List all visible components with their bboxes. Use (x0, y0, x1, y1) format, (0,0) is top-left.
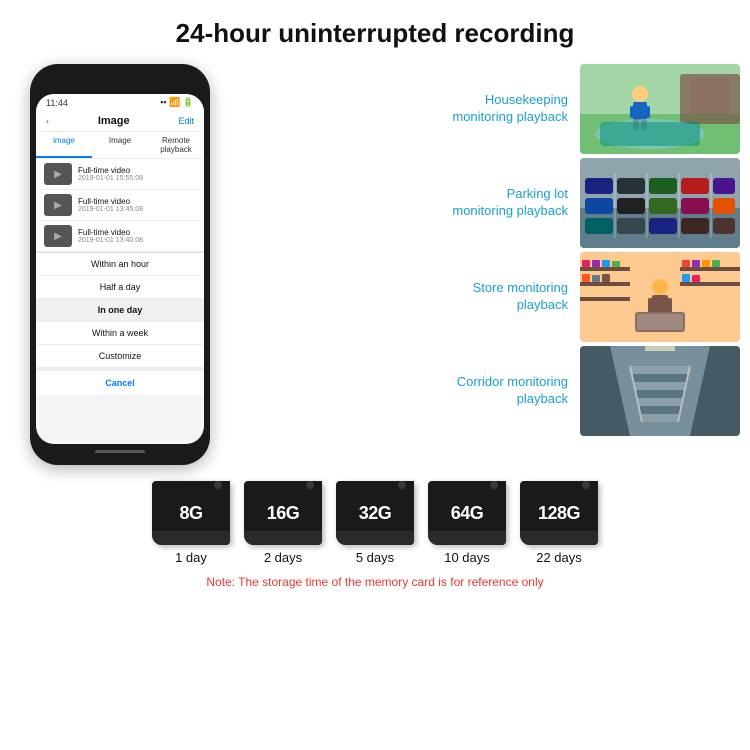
thumb-1: ▶ (44, 163, 72, 185)
monitoring-section: Housekeepingmonitoring playback (230, 59, 740, 465)
item-date-1: 2019-01-01 15:55:08 (78, 175, 196, 182)
screen-nav: ‹ Image Edit (36, 111, 204, 132)
sd-card-64g: 64G (428, 481, 506, 545)
monitor-row-parking: Parking lotmonitoring playback (235, 158, 740, 248)
sd-card-label-16g: 16G (267, 503, 300, 524)
phone-home-indicator (95, 450, 145, 453)
screen-dropdown: Within an hour Half a day In one day Wit… (36, 252, 204, 395)
storage-card-32g: 32G 5 days (336, 481, 414, 565)
tab-remote-playback[interactable]: Remote playback (148, 132, 204, 158)
phone-section: 11:44 ▪▪ 📶 🔋 ‹ Image Edit image Image Re… (10, 59, 230, 465)
screen-title: Image (98, 115, 130, 127)
sd-card-notch-128g (582, 481, 590, 489)
dropdown-item-5[interactable]: Customize (36, 345, 204, 368)
phone-notch (85, 74, 155, 90)
sd-card-8g: 8G (152, 481, 230, 545)
phone-mockup: 11:44 ▪▪ 📶 🔋 ‹ Image Edit image Image Re… (30, 64, 210, 465)
sd-card-notch-16g (306, 481, 314, 489)
thumb-2: ▶ (44, 194, 72, 216)
sd-card-label-128g: 128G (538, 503, 580, 524)
item-date-2: 2019-01-01 13:45:08 (78, 206, 196, 213)
monitor-image-store (580, 252, 740, 342)
phone-status-icons: ▪▪ 📶 🔋 (160, 97, 194, 108)
play-icon-2: ▶ (54, 200, 62, 211)
dropdown-item-1[interactable]: Within an hour (36, 253, 204, 276)
storage-cards-row: 8G 1 day 16G 2 days 32G 5 days (152, 481, 598, 565)
tab-image[interactable]: image (36, 132, 92, 158)
storage-card-16g: 16G 2 days (244, 481, 322, 565)
phone-screen: 11:44 ▪▪ 📶 🔋 ‹ Image Edit image Image Re… (36, 94, 204, 444)
dropdown-item-3[interactable]: In one day (36, 299, 204, 322)
back-button[interactable]: ‹ (46, 116, 49, 126)
page-title: 24-hour uninterrupted recording (0, 18, 750, 49)
storage-day-8g: 1 day (175, 550, 207, 565)
sd-card-notch-8g (214, 481, 222, 489)
item-text-2: Full-time video 2019-01-01 13:45:08 (78, 197, 196, 213)
item-title-2: Full-time video (78, 197, 196, 206)
sd-card-label-32g: 32G (359, 503, 392, 524)
screen-status-bar: 11:44 ▪▪ 📶 🔋 (36, 94, 204, 111)
dropdown-item-4[interactable]: Within a week (36, 322, 204, 345)
storage-card-8g: 8G 1 day (152, 481, 230, 565)
dropdown-item-2[interactable]: Half a day (36, 276, 204, 299)
page-container: 24-hour uninterrupted recording 11:44 ▪▪… (0, 0, 750, 750)
monitor-image-corridor (580, 346, 740, 436)
sd-card-32g: 32G (336, 481, 414, 545)
storage-card-64g: 64G 10 days (428, 481, 506, 565)
item-title-1: Full-time video (78, 166, 196, 175)
sd-card-16g: 16G (244, 481, 322, 545)
storage-section: 8G 1 day 16G 2 days 32G 5 days (0, 469, 750, 589)
edit-button[interactable]: Edit (178, 116, 194, 126)
item-title-3: Full-time video (78, 228, 196, 237)
monitor-label-store: Store monitoringplayback (235, 280, 572, 314)
item-date-3: 2019-01-01 13:40:08 (78, 237, 196, 244)
storage-day-32g: 5 days (356, 550, 394, 565)
screen-tabs: image Image Remote playback (36, 132, 204, 159)
cancel-button[interactable]: Cancel (36, 368, 204, 395)
sd-card-label-8g: 8G (179, 503, 202, 524)
monitor-image-parking (580, 158, 740, 248)
tab-image2[interactable]: Image (92, 132, 148, 158)
play-icon-3: ▶ (54, 231, 62, 242)
storage-note: Note: The storage time of the memory car… (206, 575, 543, 589)
storage-day-16g: 2 days (264, 550, 302, 565)
list-item-3[interactable]: ▶ Full-time video 2019-01-01 13:40:08 (36, 221, 204, 252)
list-item-1[interactable]: ▶ Full-time video 2019-01-01 15:55:08 (36, 159, 204, 190)
sd-card-notch-64g (490, 481, 498, 489)
monitor-row-store: Store monitoringplayback (235, 252, 740, 342)
sd-card-128g: 128G (520, 481, 598, 545)
thumb-3: ▶ (44, 225, 72, 247)
monitor-image-housekeeping (580, 64, 740, 154)
monitor-label-housekeeping: Housekeepingmonitoring playback (235, 92, 572, 126)
main-content: 11:44 ▪▪ 📶 🔋 ‹ Image Edit image Image Re… (0, 59, 750, 465)
sd-card-notch-32g (398, 481, 406, 489)
play-icon-1: ▶ (54, 169, 62, 180)
monitor-label-corridor: Corridor monitoringplayback (235, 374, 572, 408)
monitor-label-parking: Parking lotmonitoring playback (235, 186, 572, 220)
storage-day-128g: 22 days (536, 550, 582, 565)
monitor-row-corridor: Corridor monitoringplayback (235, 346, 740, 436)
item-text-1: Full-time video 2019-01-01 15:55:08 (78, 166, 196, 182)
storage-card-128g: 128G 22 days (520, 481, 598, 565)
item-text-3: Full-time video 2019-01-01 13:40:08 (78, 228, 196, 244)
storage-day-64g: 10 days (444, 550, 490, 565)
header: 24-hour uninterrupted recording (0, 0, 750, 59)
list-item-2[interactable]: ▶ Full-time video 2019-01-01 13:45:08 (36, 190, 204, 221)
monitor-row-housekeeping: Housekeepingmonitoring playback (235, 64, 740, 154)
sd-card-label-64g: 64G (451, 503, 484, 524)
phone-time: 11:44 (46, 98, 68, 108)
